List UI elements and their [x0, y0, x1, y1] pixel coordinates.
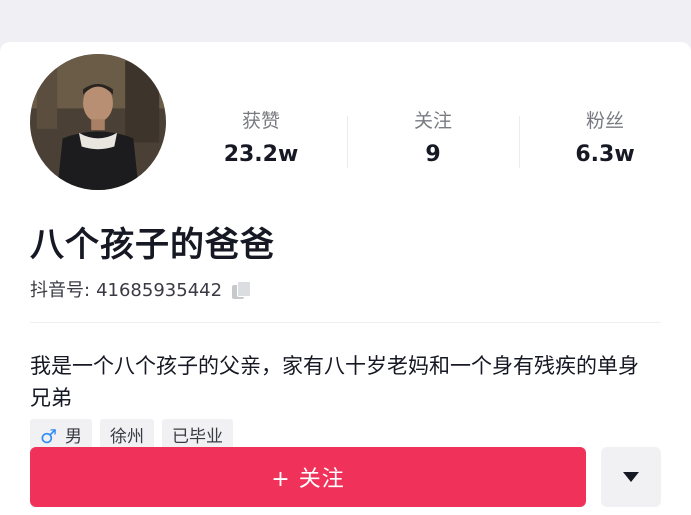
stat-label: 获赞	[241, 110, 280, 132]
stat-label: 关注	[413, 110, 452, 132]
stat-value: 6.3w	[575, 142, 635, 167]
avatar-photo	[30, 54, 166, 190]
stat-label: 粉丝	[585, 110, 624, 132]
douyin-id-label: 抖音号:	[30, 280, 91, 301]
caret-down-icon	[623, 472, 639, 482]
stat-following[interactable]: 关注 9	[347, 108, 519, 172]
stat-followers[interactable]: 粉丝 6.3w	[519, 108, 691, 172]
profile-nickname: 八个孩子的爸爸	[30, 225, 275, 265]
follow-button[interactable]: + 关注	[30, 447, 586, 507]
stat-value: 9	[425, 142, 441, 167]
divider	[30, 322, 661, 323]
douyin-id-value: 41685935442	[96, 280, 223, 301]
more-button[interactable]	[601, 447, 661, 507]
stat-value: 23.2w	[223, 142, 299, 167]
stat-likes[interactable]: 获赞 23.2w	[175, 108, 347, 172]
stats-row: 获赞 23.2w 关注 9 粉丝 6.3w	[175, 108, 691, 168]
profile-card: 获赞 23.2w 关注 9 粉丝 6.3w 八个孩子的爸爸 抖音号: 41685…	[0, 42, 691, 515]
avatar[interactable]	[26, 50, 170, 194]
douyin-id: 抖音号: 41685935442	[30, 278, 252, 304]
copy-icon[interactable]	[232, 281, 252, 301]
profile-bio: 我是一个八个孩子的父亲，家有八十岁老妈和一个身有残疾的单身兄弟	[30, 354, 639, 410]
